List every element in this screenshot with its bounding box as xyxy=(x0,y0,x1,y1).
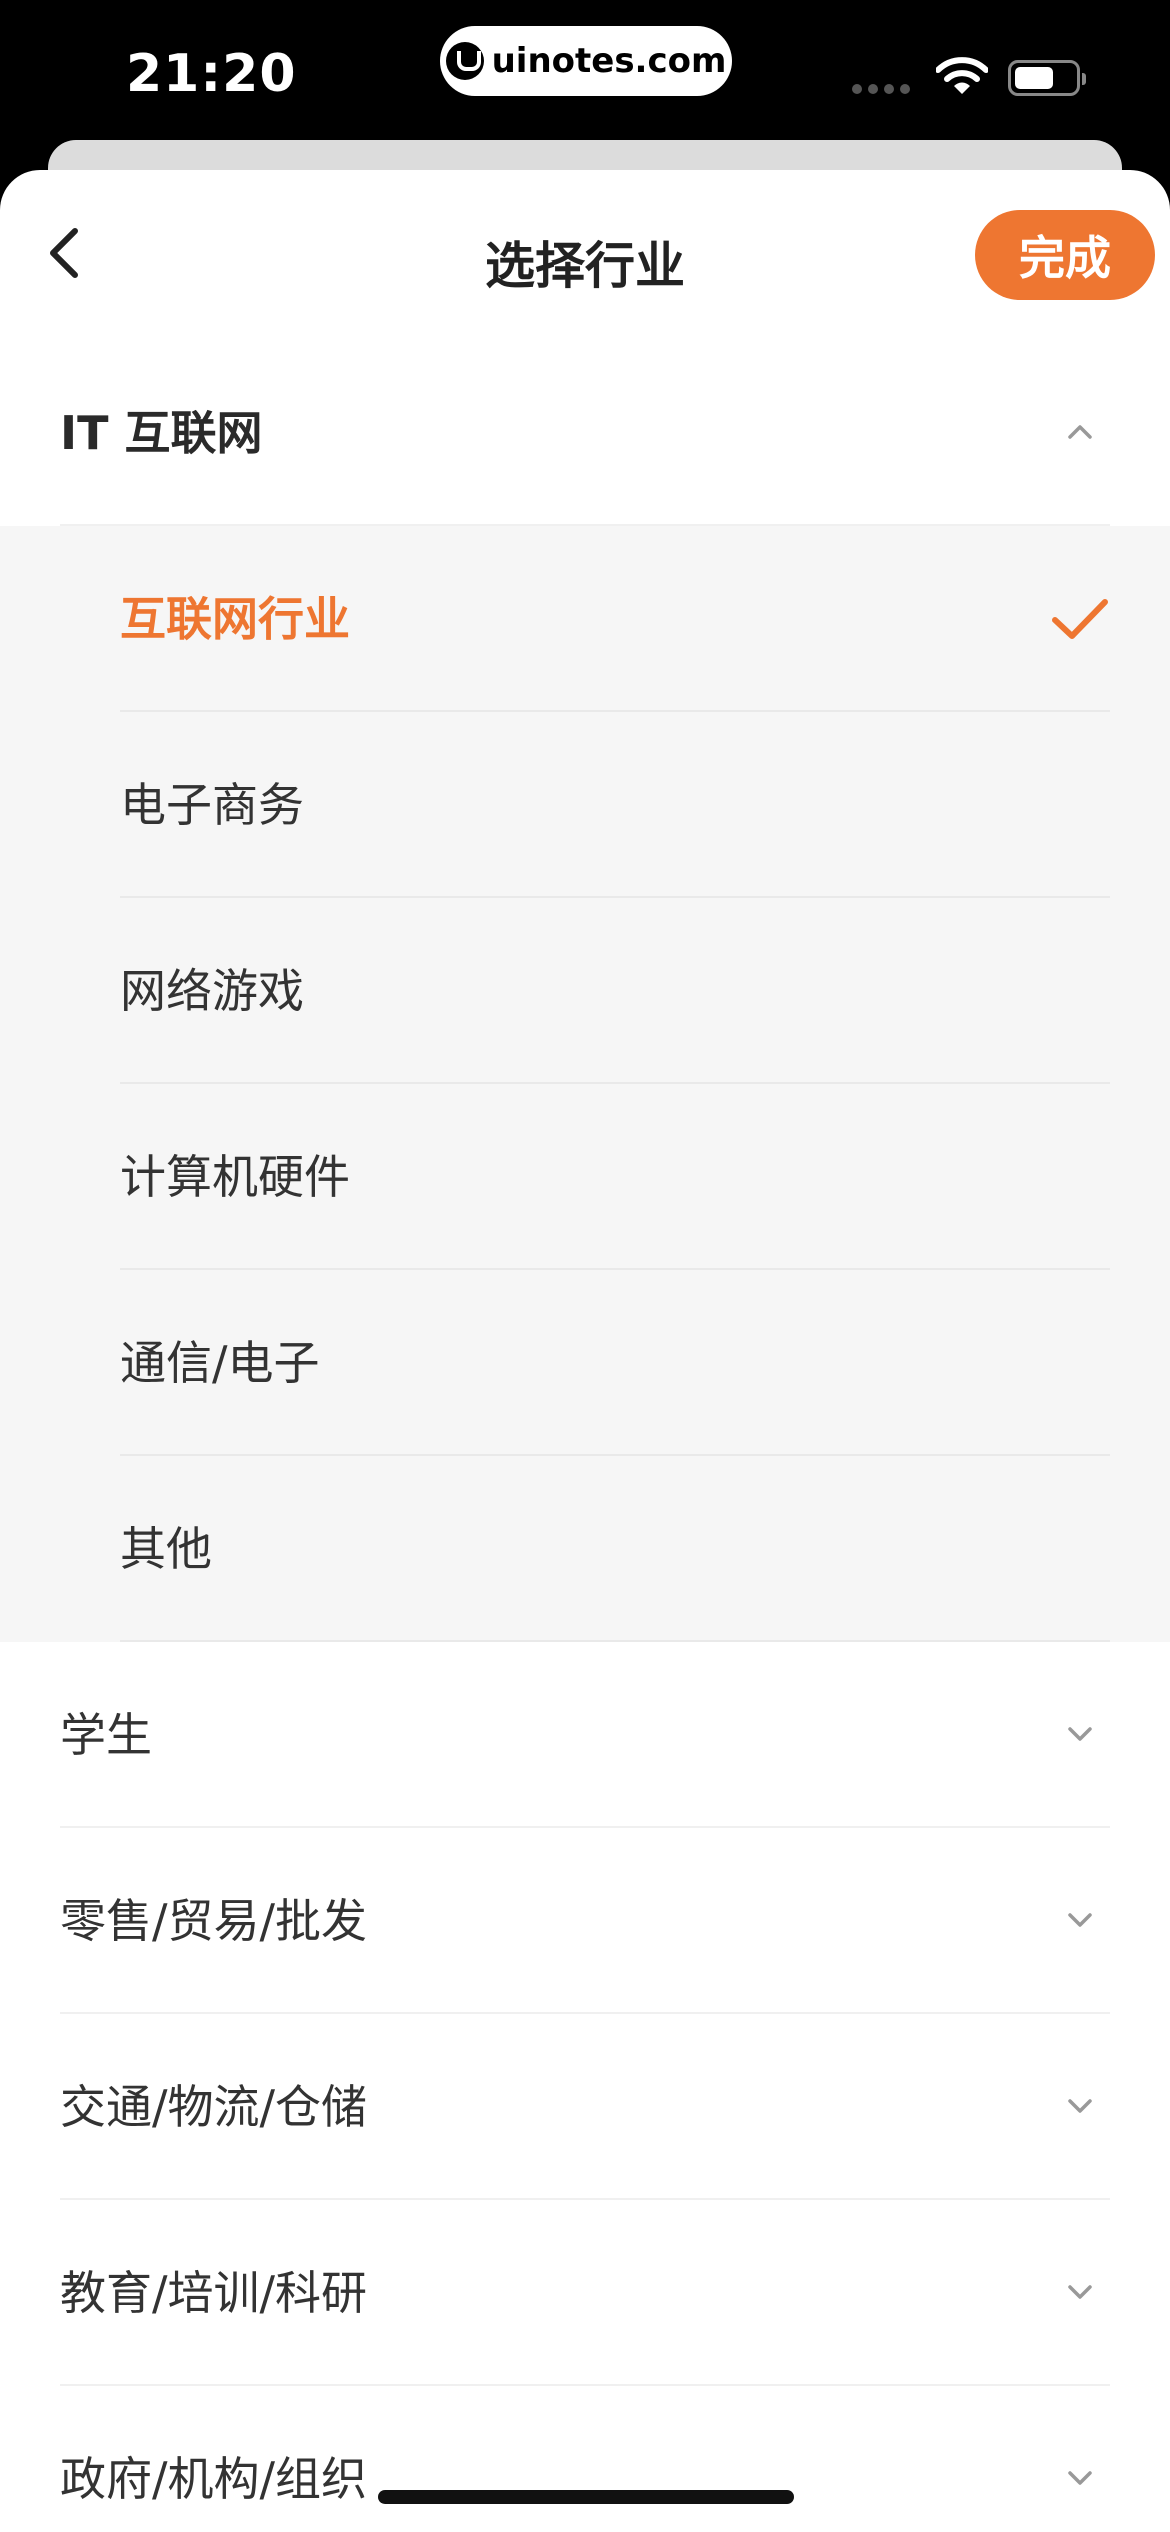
watermark-badge: uinotes.com xyxy=(440,26,732,96)
status-time: 21:20 xyxy=(126,44,297,104)
uinotes-logo-icon xyxy=(445,42,484,80)
subcategory-panel: 互联网行业电子商务网络游戏计算机硬件通信/电子其他 xyxy=(0,526,1170,1642)
checkmark-icon xyxy=(1052,599,1108,639)
category-label: 交通/物流/仓储 xyxy=(60,2080,367,2134)
cellular-signal-icon xyxy=(852,84,910,94)
category-row[interactable]: 教育/培训/科研 xyxy=(0,2200,1170,2386)
subcategory-label: 电子商务 xyxy=(120,778,304,832)
subcategory-item[interactable]: 计算机硬件 xyxy=(0,1084,1170,1270)
category-label: 学生 xyxy=(60,1708,152,1762)
chevron-up-icon xyxy=(1068,425,1092,439)
industry-list: IT 互联网互联网行业电子商务网络游戏计算机硬件通信/电子其他学生零售/贸易/批… xyxy=(0,340,1170,2532)
subcategory-label: 计算机硬件 xyxy=(120,1150,350,1204)
wifi-icon xyxy=(936,57,988,94)
chevron-down-icon xyxy=(1068,1913,1092,1927)
category-row[interactable]: 零售/贸易/批发 xyxy=(0,1828,1170,2014)
subcategory-item[interactable]: 其他 xyxy=(0,1456,1170,1642)
chevron-down-icon xyxy=(1068,2099,1092,2113)
industry-picker-sheet: 选择行业 完成 IT 互联网互联网行业电子商务网络游戏计算机硬件通信/电子其他学… xyxy=(0,170,1170,2532)
subcategory-label: 互联网行业 xyxy=(120,592,350,646)
subcategory-item[interactable]: 通信/电子 xyxy=(0,1270,1170,1456)
subcategory-label: 通信/电子 xyxy=(120,1336,320,1390)
subcategory-label: 网络游戏 xyxy=(120,964,304,1018)
watermark-text: uinotes.com xyxy=(491,41,727,81)
category-row[interactable]: 交通/物流/仓储 xyxy=(0,2014,1170,2200)
category-label: 教育/培训/科研 xyxy=(60,2266,367,2320)
done-button[interactable]: 完成 xyxy=(975,210,1155,300)
category-row[interactable]: 政府/机构/组织 xyxy=(0,2386,1170,2532)
nav-bar: 选择行业 完成 xyxy=(0,170,1170,340)
category-label: 零售/贸易/批发 xyxy=(60,1894,367,1948)
category-label: 政府/机构/组织 xyxy=(60,2452,367,2506)
battery-icon xyxy=(1008,60,1086,96)
chevron-down-icon xyxy=(1068,1727,1092,1741)
status-bar: 21:20 uinotes.com xyxy=(0,0,1170,150)
home-indicator xyxy=(378,2490,794,2504)
category-row[interactable]: 学生 xyxy=(0,1642,1170,1828)
subcategory-item[interactable]: 互联网行业 xyxy=(0,526,1170,712)
subcategory-item[interactable]: 网络游戏 xyxy=(0,898,1170,1084)
category-row[interactable]: IT 互联网 xyxy=(0,340,1170,526)
subcategory-item[interactable]: 电子商务 xyxy=(0,712,1170,898)
category-label: IT 互联网 xyxy=(60,406,263,460)
chevron-down-icon xyxy=(1068,2285,1092,2299)
chevron-down-icon xyxy=(1068,2471,1092,2485)
subcategory-label: 其他 xyxy=(120,1522,212,1576)
